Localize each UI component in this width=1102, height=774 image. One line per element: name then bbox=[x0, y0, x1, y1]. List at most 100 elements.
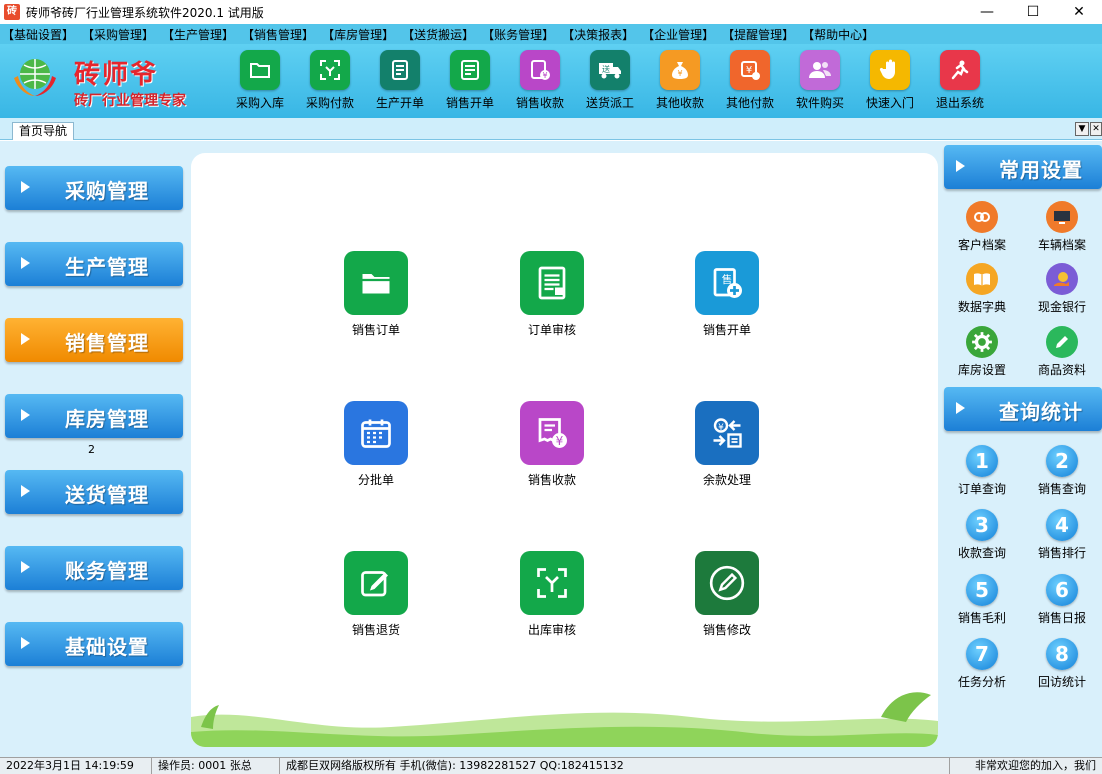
app-icon: 砖 bbox=[4, 4, 20, 20]
menu-help[interactable]: 【帮助中心】 bbox=[802, 26, 874, 43]
title-bar: 砖 砖师爷砖厂行业管理系统软件2020.1 试用版 — ☐ ✕ bbox=[0, 0, 1102, 24]
nav-purchase-management[interactable]: 采购管理 bbox=[5, 166, 183, 210]
menu-basic-settings[interactable]: 【基础设置】 bbox=[2, 26, 74, 43]
query-receipt[interactable]: 3 收款查询 bbox=[944, 509, 1020, 561]
monitor-icon bbox=[1046, 201, 1078, 233]
folder-icon bbox=[344, 251, 408, 315]
toolbar-other-receipt-button[interactable]: ¥ 其他收款 bbox=[645, 48, 715, 116]
money-bag-icon: ¥ bbox=[660, 50, 700, 90]
play-arrow-icon bbox=[21, 181, 30, 193]
panel-sales-return[interactable]: 销售退货 bbox=[321, 551, 431, 638]
panel-sales-receipt[interactable]: ¥ 销售收款 bbox=[497, 401, 607, 488]
gear-icon bbox=[966, 326, 998, 358]
minimize-button[interactable]: — bbox=[964, 0, 1010, 24]
toolbar: 砖师爷 砖厂行业管理专家 采购入库 采购付款 生产开单 销售开单 ¥ 销售收款 … bbox=[0, 44, 1102, 118]
left-nav: 采购管理 生产管理 销售管理 库房管理 2 送货管理 账务管理 基础设置 bbox=[0, 141, 190, 757]
delivery-truck-icon: 送 bbox=[590, 50, 630, 90]
yen-payment-icon: ¥ bbox=[730, 50, 770, 90]
play-arrow-icon bbox=[956, 160, 965, 172]
nav-basic-settings[interactable]: 基础设置 bbox=[5, 622, 183, 666]
nav-warehouse-management[interactable]: 库房管理 bbox=[5, 394, 183, 438]
settings-data-dictionary[interactable]: 数据字典 bbox=[944, 263, 1020, 315]
toolbar-production-order-button[interactable]: 生产开单 bbox=[365, 48, 435, 116]
settings-cash-bank[interactable]: 现金银行 bbox=[1024, 263, 1100, 315]
pencil-icon bbox=[1046, 326, 1078, 358]
query-order[interactable]: 1 订单查询 bbox=[944, 445, 1020, 497]
toolbar-purchase-inbound-button[interactable]: 采购入库 bbox=[225, 48, 295, 116]
panel-sales-invoice[interactable]: 售 销售开单 bbox=[672, 251, 782, 338]
nav-accounts-management[interactable]: 账务管理 bbox=[5, 546, 183, 590]
logo-name: 砖师爷 bbox=[74, 60, 159, 90]
menu-reports[interactable]: 【决策报表】 bbox=[562, 26, 634, 43]
window-title: 砖师爷砖厂行业管理系统软件2020.1 试用版 bbox=[26, 5, 264, 20]
maximize-button[interactable]: ☐ bbox=[1010, 0, 1056, 24]
query-visit-statistics[interactable]: 8 回访统计 bbox=[1024, 638, 1100, 690]
panel-batch-order[interactable]: 分批单 bbox=[321, 401, 431, 488]
globe-logo-icon bbox=[14, 59, 56, 96]
settings-warehouse[interactable]: 库房设置 bbox=[944, 326, 1020, 378]
logo: 砖师爷 砖厂行业管理专家 bbox=[8, 50, 208, 112]
settings-vehicle-archive[interactable]: 车辆档案 bbox=[1024, 201, 1100, 253]
toolbar-sales-order-button[interactable]: 销售开单 bbox=[435, 48, 505, 116]
tab-dropdown-button[interactable]: ▼ bbox=[1075, 122, 1089, 136]
work-area: 采购管理 生产管理 销售管理 库房管理 2 送货管理 账务管理 基础设置 销售订… bbox=[0, 141, 1102, 757]
play-arrow-icon bbox=[21, 485, 30, 497]
query-daily-report[interactable]: 6 销售日报 bbox=[1024, 574, 1100, 626]
status-welcome: 非常欢迎您的加入，我们 bbox=[975, 758, 1096, 772]
sales-doc-icon bbox=[450, 50, 490, 90]
svg-text:送: 送 bbox=[602, 64, 610, 74]
production-doc-icon bbox=[380, 50, 420, 90]
toolbar-quick-start-button[interactable]: 快速入门 bbox=[855, 48, 925, 116]
number-7-icon: 7 bbox=[966, 638, 998, 670]
receipt-yen-icon: ¥ bbox=[520, 50, 560, 90]
grass-decoration bbox=[191, 692, 938, 747]
toolbar-delivery-dispatch-button[interactable]: 送 送货派工 bbox=[575, 48, 645, 116]
menu-warehouse[interactable]: 【库房管理】 bbox=[322, 26, 394, 43]
number-8-icon: 8 bbox=[1046, 638, 1078, 670]
tab-close-button[interactable]: ✕ bbox=[1090, 122, 1102, 136]
status-operator: 操作员: 0001 张总 bbox=[152, 758, 280, 774]
users-icon bbox=[800, 50, 840, 90]
status-datetime: 2022年3月1日 14:19:59 bbox=[0, 758, 152, 774]
query-task-analysis[interactable]: 7 任务分析 bbox=[944, 638, 1020, 690]
svg-text:¥: ¥ bbox=[677, 69, 682, 78]
common-settings-header[interactable]: 常用设置 bbox=[944, 145, 1102, 189]
query-gross-profit[interactable]: 5 销售毛利 bbox=[944, 574, 1020, 626]
panel-sales-modify[interactable]: 销售修改 bbox=[672, 551, 782, 638]
menu-accounts[interactable]: 【账务管理】 bbox=[482, 26, 554, 43]
settings-product-data[interactable]: 商品资料 bbox=[1024, 326, 1100, 378]
menu-reminders[interactable]: 【提醒管理】 bbox=[722, 26, 794, 43]
toolbar-other-payment-button[interactable]: ¥ 其他付款 bbox=[715, 48, 785, 116]
query-sales[interactable]: 2 销售查询 bbox=[1024, 445, 1100, 497]
nav-sales-management[interactable]: 销售管理 bbox=[5, 318, 183, 362]
query-sales-ranking[interactable]: 4 销售排行 bbox=[1024, 509, 1100, 561]
menu-bar: 【基础设置】 【采购管理】 【生产管理】 【销售管理】 【库房管理】 【送货搬运… bbox=[0, 24, 1102, 44]
toolbar-purchase-payment-button[interactable]: 采购付款 bbox=[295, 48, 365, 116]
play-arrow-icon bbox=[21, 333, 30, 345]
close-button[interactable]: ✕ bbox=[1056, 0, 1102, 24]
panel-sales-order[interactable]: 销售订单 bbox=[321, 251, 431, 338]
menu-sales[interactable]: 【销售管理】 bbox=[242, 26, 314, 43]
number-4-icon: 4 bbox=[1046, 509, 1078, 541]
menu-production[interactable]: 【生产管理】 bbox=[162, 26, 234, 43]
panel-balance-handling[interactable]: ¥ 余款处理 bbox=[672, 401, 782, 488]
panel-order-review[interactable]: 订单审核 bbox=[497, 251, 607, 338]
nav-production-management[interactable]: 生产管理 bbox=[5, 242, 183, 286]
play-arrow-icon bbox=[21, 637, 30, 649]
menu-purchase[interactable]: 【采购管理】 bbox=[82, 26, 154, 43]
toolbar-sales-receipt-button[interactable]: ¥ 销售收款 bbox=[505, 48, 575, 116]
status-copyright: 成都巨双网络版权所有 手机(微信): 13982281527 QQ:182415… bbox=[280, 758, 950, 774]
settings-customer-archive[interactable]: 客户档案 bbox=[944, 201, 1020, 253]
tab-home-navigation[interactable]: 首页导航 bbox=[12, 122, 75, 140]
toolbar-exit-button[interactable]: 退出系统 bbox=[925, 48, 995, 116]
panel-outbound-review[interactable]: 出库审核 bbox=[497, 551, 607, 638]
nav-delivery-management[interactable]: 送货管理 bbox=[5, 470, 183, 514]
sales-invoice-icon: 售 bbox=[695, 251, 759, 315]
menu-enterprise[interactable]: 【企业管理】 bbox=[642, 26, 714, 43]
number-1-icon: 1 bbox=[966, 445, 998, 477]
play-arrow-icon bbox=[956, 402, 965, 414]
toolbar-buy-software-button[interactable]: 软件购买 bbox=[785, 48, 855, 116]
scan-outbound-icon bbox=[520, 551, 584, 615]
menu-delivery[interactable]: 【送货搬运】 bbox=[402, 26, 474, 43]
query-statistics-header[interactable]: 查询统计 bbox=[944, 387, 1102, 431]
